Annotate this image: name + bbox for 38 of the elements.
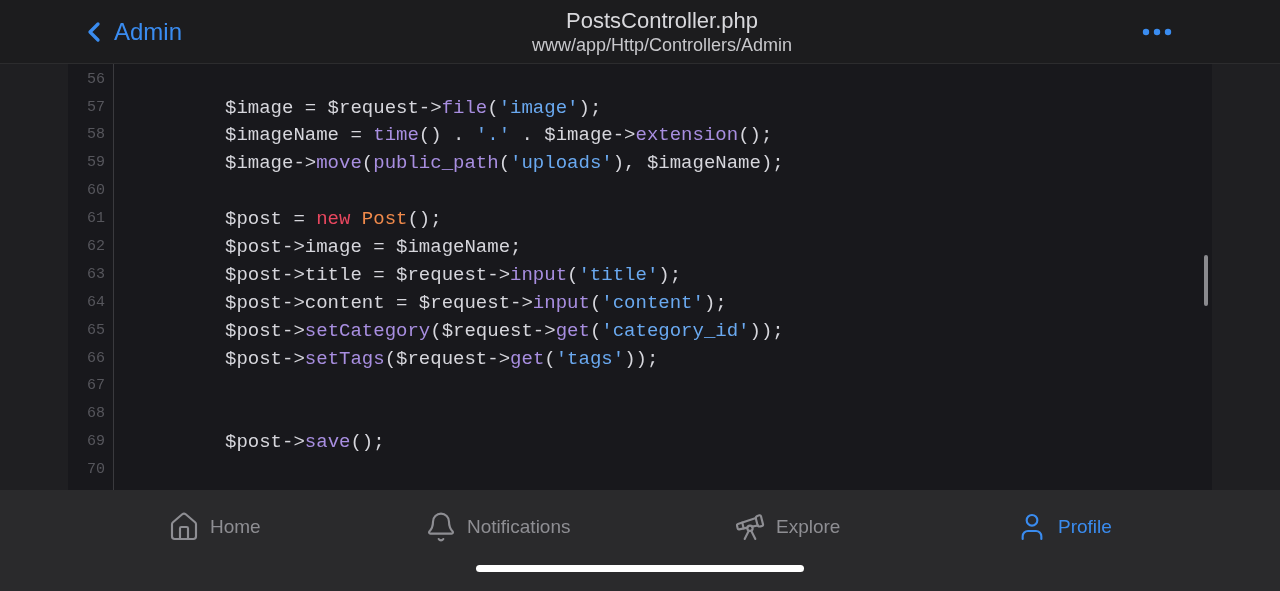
line-number: 59	[87, 153, 105, 174]
code-line: $post->title = $request->input('title');	[225, 262, 682, 288]
telescope-icon	[734, 511, 766, 543]
more-icon	[1142, 27, 1172, 36]
line-number: 62	[87, 237, 105, 258]
back-button[interactable]: Admin	[78, 13, 183, 50]
line-number: 58	[87, 125, 105, 146]
line-number: 68	[87, 404, 105, 425]
line-number: 57	[87, 97, 105, 118]
code-line: $post->setTags($request->get('tags'));	[225, 346, 659, 372]
tab[interactable]: Explore	[734, 511, 1016, 543]
line-number: 70	[87, 460, 105, 481]
line-number: 65	[87, 320, 105, 341]
line-number: 66	[87, 348, 105, 369]
code-line: $post->save();	[225, 430, 385, 456]
file-title: PostsController.php	[566, 7, 758, 34]
code-line: $post->image = $imageName;	[225, 235, 522, 261]
tab[interactable]: Notifications	[425, 511, 734, 543]
line-number: 61	[87, 209, 105, 230]
scrollbar[interactable]	[1204, 255, 1208, 306]
line-number: 64	[87, 292, 105, 313]
bell-icon	[425, 511, 457, 543]
line-number: 69	[87, 432, 105, 453]
line-number: 63	[87, 264, 105, 285]
line-number: 56	[87, 69, 105, 90]
tab[interactable]: Profile	[1016, 511, 1136, 543]
code-line: $image = $request->file('image');	[225, 95, 602, 121]
line-number: 60	[87, 181, 105, 202]
file-path: www/app/Http/Controllers/Admin	[531, 33, 793, 56]
home-icon	[168, 511, 200, 543]
code-line: $post->setCategory($request->get('category_id'));	[225, 318, 784, 344]
code-line: $post = new Post();	[225, 207, 442, 233]
tab[interactable]: Home	[168, 511, 425, 543]
code-line: $imageName = time() . '.' . $image->extension();	[225, 123, 773, 149]
line-number: 67	[87, 376, 105, 397]
more-button[interactable]	[1142, 27, 1172, 36]
code-line: $image->move(public_path('uploads'), $imageName);	[225, 151, 784, 177]
code-line: $post->content = $request->input('content');	[225, 290, 727, 316]
